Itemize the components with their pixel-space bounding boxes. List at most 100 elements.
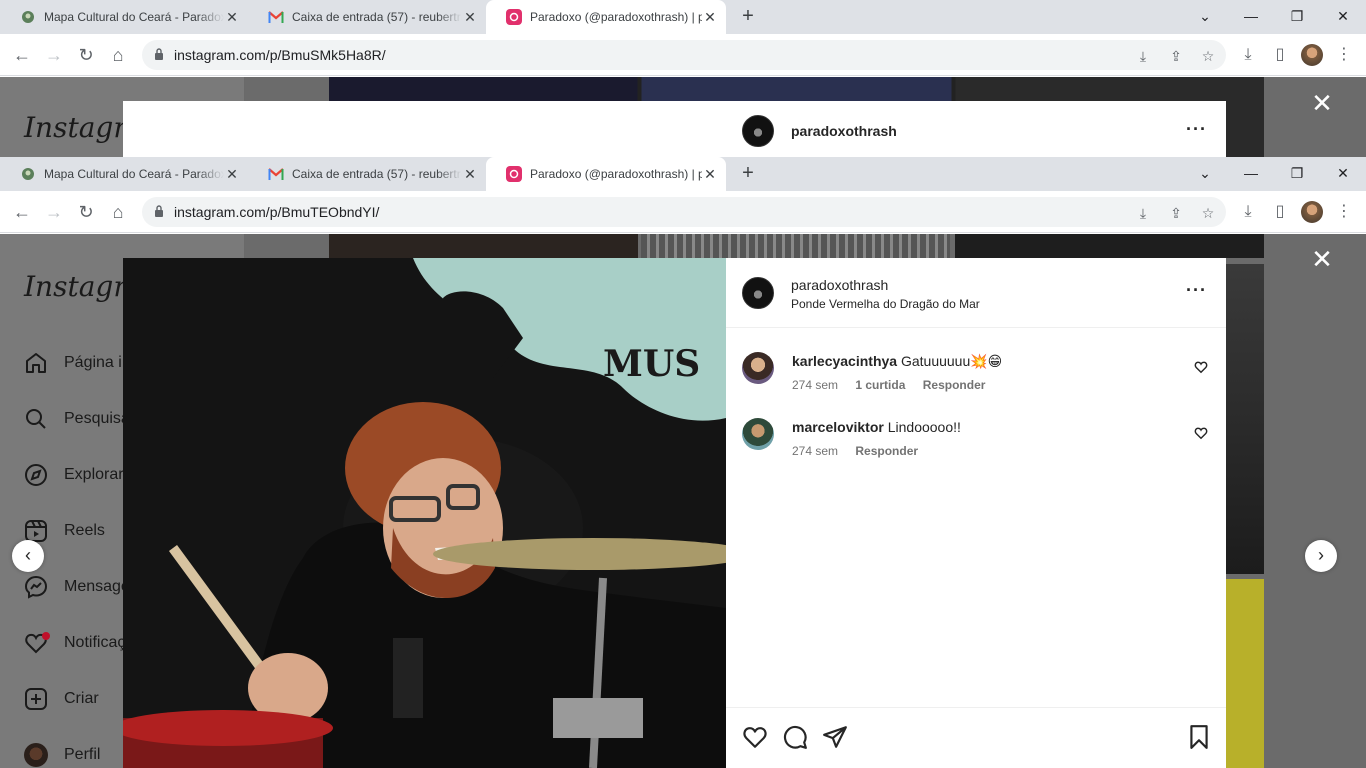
sidebar-item-reels[interactable]: Reels [24,519,105,543]
forward-arrow-icon[interactable]: → [42,43,66,67]
bookmark-star-icon[interactable]: ☆ [1200,48,1216,64]
comment-time[interactable]: 274 sem [792,378,838,392]
sidebar-item-label: Reels [64,522,105,539]
author-avatar[interactable] [742,277,774,309]
commenter-avatar[interactable] [742,418,774,450]
grid-thumb [955,234,1264,258]
search-icon [24,407,48,431]
grid-thumb [1226,264,1264,574]
banner-text: MUS [603,343,700,385]
author-username[interactable]: paradoxothrash [791,123,897,139]
downloads-icon[interactable]: ⤓ [1238,45,1258,65]
comment-time[interactable]: 274 sem [792,444,838,458]
author-avatar[interactable] [742,115,774,147]
browser-window-back: Mapa Cultural do Ceará - Paradoxo ✕ Caix… [0,0,1366,157]
close-tab-icon[interactable]: ✕ [224,9,240,26]
comment-likes[interactable]: 1 curtida [855,378,905,392]
page-content: Instagram ✕ paradoxothrash ··· [0,77,1366,157]
instagram-favicon [506,166,522,182]
install-app-icon[interactable]: ⤓ [1135,205,1151,221]
home-icon[interactable]: ⌂ [106,200,130,224]
create-icon [24,687,48,711]
post-location[interactable]: Ponde Vermelha do Dragão do Mar [791,297,980,311]
restore-icon[interactable]: ❐ [1274,0,1320,34]
tab-instagram[interactable]: Paradoxo (@paradoxothrash) | p ✕ [486,0,726,34]
menu-kebab-icon[interactable]: ⋮ [1334,45,1354,65]
close-tab-icon[interactable]: ✕ [462,9,478,26]
sidebar-item-create[interactable]: Criar [24,687,99,711]
new-tab-icon[interactable]: + [736,5,760,29]
tab-search-icon[interactable]: ⌄ [1182,0,1228,34]
menu-kebab-icon[interactable]: ⋮ [1334,202,1354,222]
tab-gmail[interactable]: Caixa de entrada (57) - reubertrenan ✕ [248,0,486,34]
post-photo: MUS [123,258,726,768]
profile-avatar[interactable] [1301,44,1323,66]
tab-instagram[interactable]: Paradoxo (@paradoxothrash) | p ✕ [486,157,726,191]
tab-mapa-cultural[interactable]: Mapa Cultural do Ceará - Paradoxo ✕ [0,157,248,191]
close-tab-icon[interactable]: ✕ [702,9,718,26]
address-bar[interactable]: instagram.com/p/BmuTEObndYI/ ⤓ ⇪ ☆ [142,197,1226,227]
close-modal-icon[interactable]: ✕ [1310,90,1334,116]
reload-icon[interactable]: ↻ [74,43,98,67]
commenter-username[interactable]: marceloviktor [792,419,884,435]
install-app-icon[interactable]: ⤓ [1135,48,1151,64]
sidebar-item-label: Criar [64,690,99,707]
mapa-cultural-favicon [20,166,36,182]
address-bar[interactable]: instagram.com/p/BmuSMk5Ha8R/ ⤓ ⇪ ☆ [142,40,1226,70]
next-post-button[interactable]: › [1305,540,1337,572]
more-options-icon[interactable]: ··· [1186,119,1207,140]
sidebar-item-search[interactable]: Pesquisa [24,407,130,431]
tab-title: Paradoxo (@paradoxothrash) | p [530,10,702,24]
home-icon [24,351,48,375]
forward-arrow-icon[interactable]: → [42,200,66,224]
grid-thumb [1226,579,1264,768]
profile-avatar[interactable] [1301,201,1323,223]
side-panel-icon[interactable]: ▯ [1270,202,1290,222]
home-icon[interactable]: ⌂ [106,43,130,67]
comment-bubble-icon[interactable] [782,724,808,750]
author-username[interactable]: paradoxothrash [791,277,888,293]
minimize-icon[interactable]: — [1228,0,1274,34]
sidebar-item-profile[interactable]: Perfil [24,743,100,767]
reply-button[interactable]: Responder [923,378,986,392]
restore-icon[interactable]: ❐ [1274,157,1320,191]
post-modal: MUS paradoxothrash Ponde Vermelha do Dra… [123,258,1226,768]
close-window-icon[interactable]: ✕ [1320,0,1366,34]
back-arrow-icon[interactable]: ← [10,43,34,67]
minimize-icon[interactable]: — [1228,157,1274,191]
more-options-icon[interactable]: ··· [1186,280,1207,301]
heart-icon [24,631,50,655]
tab-mapa-cultural[interactable]: Mapa Cultural do Ceará - Paradoxo ✕ [0,0,248,34]
commenter-avatar[interactable] [742,352,774,384]
commenter-username[interactable]: karlecyacinthya [792,353,897,369]
close-tab-icon[interactable]: ✕ [702,166,718,183]
share-icon[interactable]: ⇪ [1168,48,1184,64]
prev-post-button[interactable]: ‹ [12,540,44,572]
tab-search-icon[interactable]: ⌄ [1182,157,1228,191]
reload-icon[interactable]: ↻ [74,200,98,224]
url-text: instagram.com/p/BmuTEObndYI/ [174,204,380,220]
downloads-icon[interactable]: ⤓ [1238,202,1258,222]
sidebar-item-explore[interactable]: Explorar [24,463,124,487]
like-heart-icon[interactable] [742,724,768,750]
close-tab-icon[interactable]: ✕ [462,166,478,183]
new-tab-icon[interactable]: + [736,162,760,186]
side-panel-icon[interactable]: ▯ [1270,45,1290,65]
bookmark-star-icon[interactable]: ☆ [1200,205,1216,221]
post-side-panel: paradoxothrash Ponde Vermelha do Dragão … [726,258,1226,768]
close-window-icon[interactable]: ✕ [1320,157,1366,191]
save-bookmark-icon[interactable] [1186,724,1212,750]
like-comment-icon[interactable] [1194,360,1208,374]
close-tab-icon[interactable]: ✕ [224,166,240,183]
url-text: instagram.com/p/BmuSMk5Ha8R/ [174,47,386,63]
post-header: paradoxothrash Ponde Vermelha do Dragão … [726,258,1226,328]
profile-avatar [24,743,48,767]
close-modal-icon[interactable]: ✕ [1310,246,1334,272]
share-paper-plane-icon[interactable] [822,724,848,750]
back-arrow-icon[interactable]: ← [10,200,34,224]
share-icon[interactable]: ⇪ [1168,205,1184,221]
tab-gmail[interactable]: Caixa de entrada (57) - reubertrenan ✕ [248,157,486,191]
like-comment-icon[interactable] [1194,426,1208,440]
comment-text-line: karlecyacinthya Gatuuuuuu💥😁 [792,353,1002,370]
reply-button[interactable]: Responder [855,444,918,458]
